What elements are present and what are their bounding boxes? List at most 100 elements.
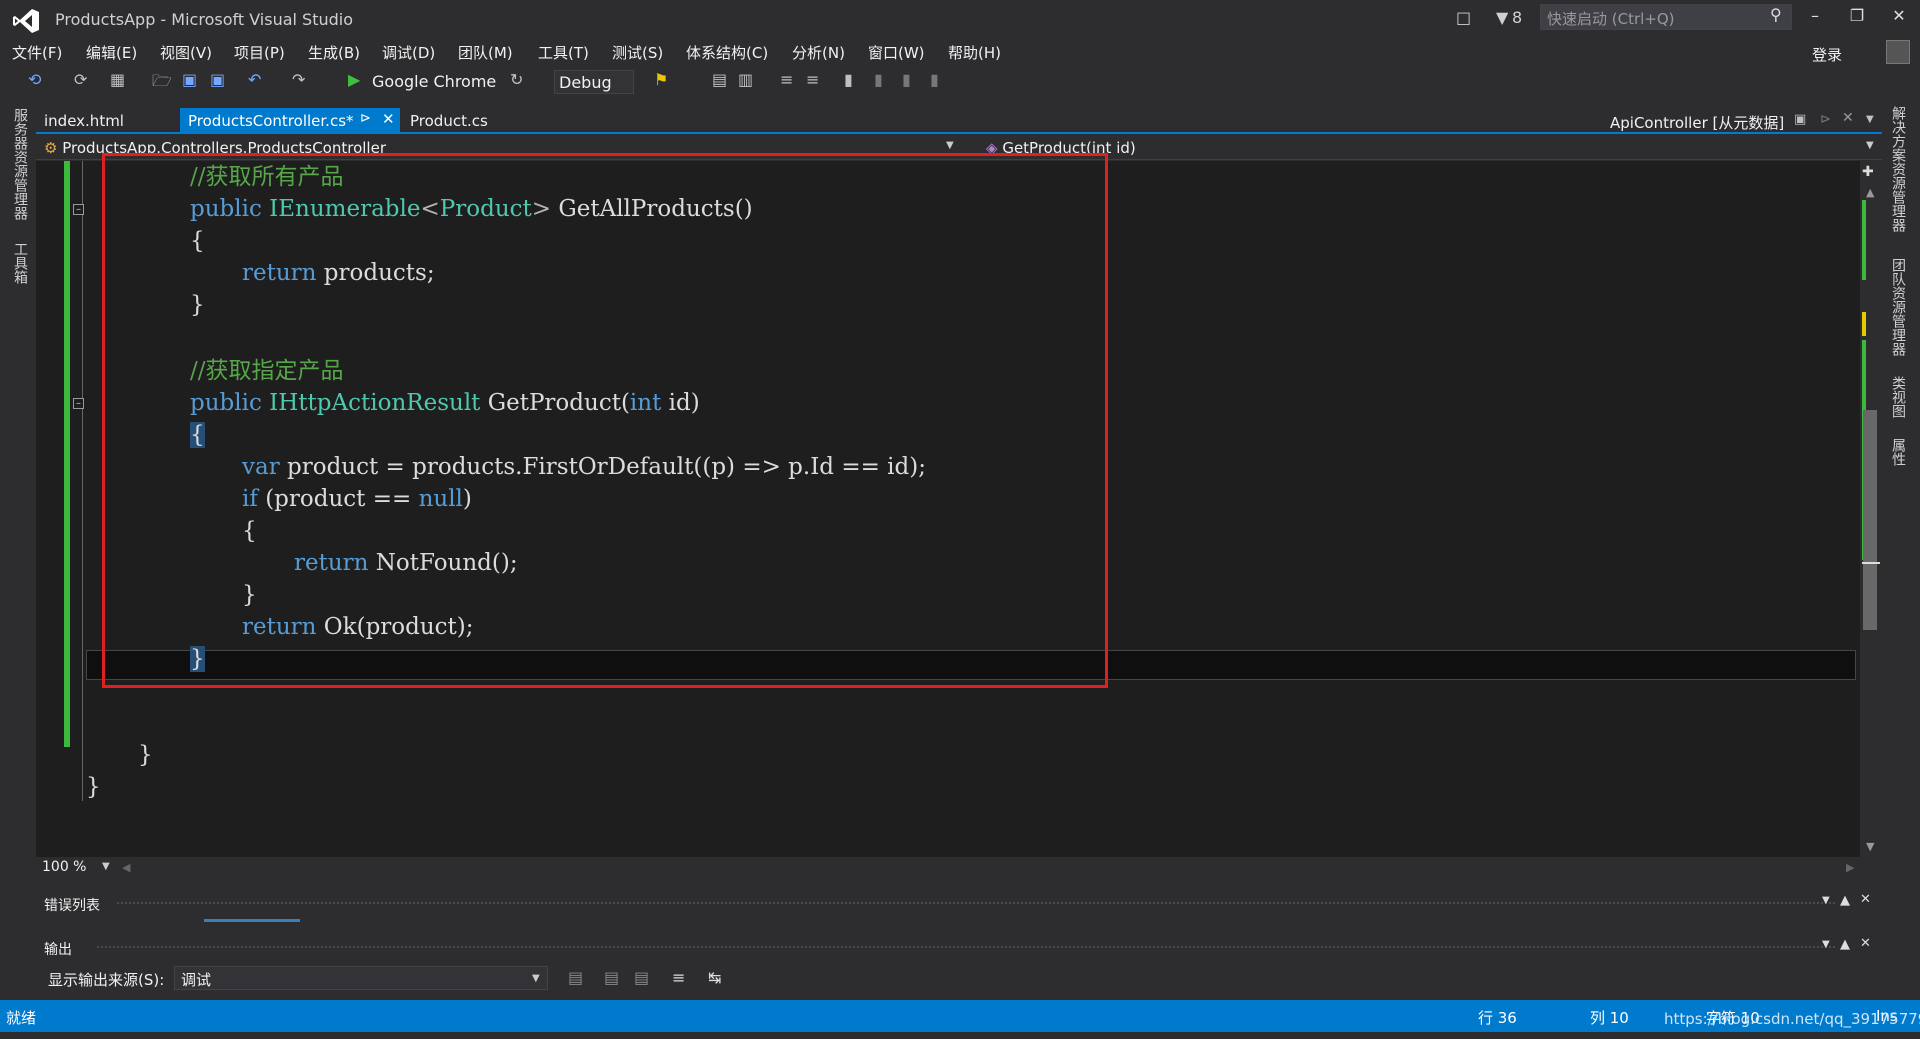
collapse-icon[interactable]: – (73, 204, 84, 215)
quick-launch-input[interactable]: 快速启动 (Ctrl+Q) (1540, 4, 1792, 30)
chevron-down-icon[interactable]: ▼ (532, 973, 540, 984)
close-tab-icon[interactable]: ✕ (382, 110, 395, 128)
start-debugging-icon[interactable]: ▶ (348, 70, 360, 89)
uncomment-icon[interactable]: ≡ (806, 70, 819, 89)
restore-button[interactable]: ❐ (1842, 6, 1872, 25)
undo-icon[interactable]: ↶ (248, 70, 261, 89)
menu-test[interactable]: 测试(S) (612, 42, 663, 63)
panel-title[interactable]: 错误列表 (44, 895, 100, 915)
word-wrap-icon[interactable]: ↹ (708, 968, 721, 987)
menu-window[interactable]: 窗口(W) (868, 42, 925, 63)
search-icon[interactable]: ⚲ (1770, 5, 1782, 24)
find-message-icon[interactable]: ▤ (568, 968, 583, 987)
chevron-down-icon[interactable]: ▼ (1822, 939, 1830, 950)
scroll-right-icon[interactable]: ▶ (1846, 861, 1854, 874)
chevron-down-icon[interactable]: ▼ (1866, 140, 1874, 151)
highlight-annotation-box (102, 153, 1108, 688)
forward-icon[interactable]: ⟳ (74, 70, 87, 89)
scroll-left-icon[interactable]: ◀ (122, 861, 130, 874)
pin-icon[interactable]: ▲ (1840, 893, 1850, 908)
chevron-down-icon[interactable]: ▼ (946, 140, 954, 151)
menu-architecture[interactable]: 体系结构(C) (686, 42, 768, 63)
scroll-change-marker (1862, 200, 1866, 280)
tab-label: Product.cs (410, 112, 488, 130)
chevron-down-icon[interactable]: ▼ (102, 861, 110, 872)
pin-icon[interactable]: ⊳ (360, 111, 371, 126)
next-bookmark-icon[interactable]: ▮ (902, 70, 911, 89)
team-explorer-tab[interactable]: 团队资源管理器 (1888, 258, 1908, 356)
open-file-icon[interactable]: 🗁 (152, 70, 172, 97)
new-project-icon[interactable]: ▦ (110, 70, 125, 89)
tab-products-controller[interactable]: ProductsController.cs* ⊳ ✕ (180, 108, 400, 134)
server-explorer-tab[interactable]: 服务器资源管理器 (10, 108, 30, 220)
close-button[interactable]: ✕ (1884, 6, 1914, 25)
close-icon[interactable]: ✕ (1842, 110, 1854, 126)
save-icon[interactable]: ▣ (182, 70, 197, 89)
prev-bookmark-icon[interactable]: ▮ (874, 70, 883, 89)
menu-analyze[interactable]: 分析(N) (792, 42, 845, 63)
lock-icon: ▣ (1794, 112, 1807, 127)
taskbar-edge (0, 1032, 1920, 1039)
notification-flag-icon[interactable]: ▼ (1496, 8, 1508, 27)
menu-team[interactable]: 团队(M) (458, 42, 513, 63)
tab-api-controller[interactable]: ApiController [从元数据] (1610, 112, 1784, 133)
properties-tab[interactable]: 属性 (1888, 438, 1908, 466)
toolbox-tab[interactable]: 工具箱 (10, 242, 30, 284)
menu-view[interactable]: 视图(V) (160, 42, 212, 63)
refresh-icon[interactable]: ↻ (510, 70, 523, 89)
pin-icon[interactable]: ▲ (1840, 937, 1850, 952)
chevron-down-icon[interactable]: ▼ (1822, 895, 1830, 906)
next-message-icon[interactable]: ▤ (634, 968, 649, 987)
menu-project[interactable]: 项目(P) (234, 42, 285, 63)
prev-message-icon[interactable]: ▤ (604, 968, 619, 987)
menu-help[interactable]: 帮助(H) (948, 42, 1001, 63)
panel-title[interactable]: 输出 (44, 939, 72, 959)
change-tracking-bar (64, 161, 70, 747)
clear-bookmarks-icon[interactable]: ▮ (930, 70, 939, 89)
pin-icon[interactable]: ⊳ (1820, 112, 1831, 127)
split-view-icon[interactable]: ✚ (1862, 164, 1874, 180)
menu-file[interactable]: 文件(F) (12, 42, 62, 63)
save-all-icon[interactable]: ▣ (210, 70, 225, 89)
clear-all-icon[interactable]: ≡ (672, 968, 685, 987)
menu-bar: 文件(F) 编辑(E) 视图(V) 项目(P) 生成(B) 调试(D) 团队(M… (0, 40, 1920, 64)
code-line: } (86, 774, 101, 800)
login-link[interactable]: 登录 (1812, 44, 1842, 65)
class-view-tab[interactable]: 类视图 (1888, 376, 1908, 418)
avatar[interactable] (1886, 40, 1910, 64)
tab-index-html[interactable]: index.html (36, 108, 176, 134)
minimize-button[interactable]: – (1800, 6, 1830, 25)
solution-explorer-tab[interactable]: 解决方案资源管理器 (1888, 106, 1908, 232)
panel-grip (116, 901, 1836, 905)
menu-tools[interactable]: 工具(T) (538, 42, 589, 63)
close-icon[interactable]: ✕ (1860, 936, 1871, 951)
menu-build[interactable]: 生成(B) (308, 42, 360, 63)
chevron-down-icon[interactable]: ▼ (1866, 114, 1874, 125)
output-source-label: 显示输出来源(S): (48, 971, 165, 989)
collapse-icon[interactable]: – (73, 398, 84, 409)
window-title: ProductsApp - Microsoft Visual Studio (55, 10, 353, 29)
menu-edit[interactable]: 编辑(E) (86, 42, 137, 63)
menu-debug[interactable]: 调试(D) (382, 42, 435, 63)
tab-product-cs[interactable]: Product.cs (402, 108, 512, 134)
scroll-up-icon[interactable]: ▲ (1866, 186, 1874, 199)
configuration-dropdown[interactable]: Debug (554, 70, 634, 94)
toolbar: ⟲ ⟳ ▦ 🗁 ▣ ▣ ↶ ↷ ▶ Google Chrome ↻ Debug … (0, 68, 1920, 98)
step-icon[interactable]: ▤ (712, 70, 727, 89)
comment-icon[interactable]: ≡ (780, 70, 793, 89)
redo-icon[interactable]: ↷ (292, 70, 305, 89)
step-over-icon[interactable]: ▥ (738, 70, 753, 89)
close-icon[interactable]: ✕ (1860, 892, 1871, 907)
find-in-files-icon[interactable]: ⚑ (654, 70, 668, 89)
scroll-thumb[interactable] (1863, 410, 1877, 630)
feedback-icon[interactable]: □ (1456, 8, 1471, 27)
zoom-level[interactable]: 100 % (42, 859, 86, 875)
notification-count[interactable]: 8 (1512, 8, 1522, 27)
tab-underline (36, 132, 1882, 134)
run-target-dropdown[interactable]: Google Chrome (368, 70, 500, 94)
bookmark-icon[interactable]: ▮ (844, 70, 853, 89)
status-ready: 就绪 (6, 1009, 37, 1027)
back-icon[interactable]: ⟲ (28, 70, 41, 89)
output-source-select[interactable]: 调试 (174, 966, 548, 990)
scroll-down-icon[interactable]: ▼ (1866, 840, 1874, 853)
